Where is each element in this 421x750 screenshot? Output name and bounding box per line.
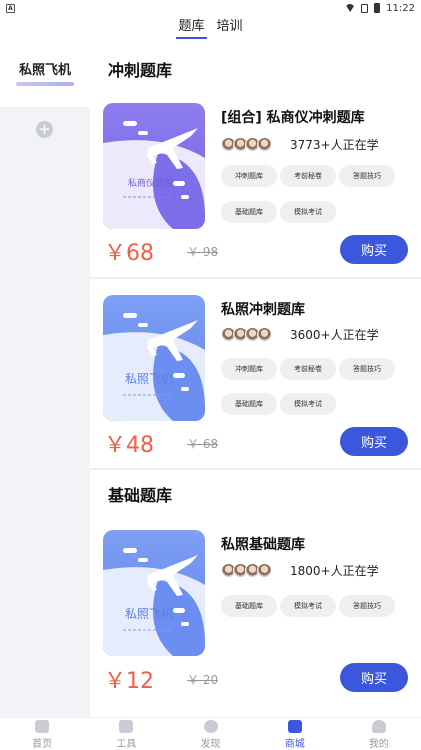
original-price: ￥ 68 (187, 437, 219, 451)
course-cover-image: 私照飞机 (103, 295, 205, 421)
nav-label: 工具 (116, 739, 137, 750)
avatar (257, 563, 272, 578)
tab-question-bank[interactable]: 题库 (176, 15, 207, 39)
tag: 模拟考试 (280, 393, 336, 415)
course-cover-image: 私照飞机 (103, 530, 205, 656)
nav-label: 我的 (368, 739, 389, 750)
cover-text: 私照飞机 (125, 607, 173, 621)
discover-icon (203, 720, 218, 733)
buy-button[interactable]: 购买 (340, 427, 408, 456)
battery-icon (374, 3, 381, 13)
tag: 考前秘卷 (280, 358, 336, 380)
home-icon (35, 720, 50, 733)
original-price: ￥ 20 (187, 673, 219, 687)
learner-count: 1800+人正在学 (290, 564, 379, 578)
product-card[interactable]: 私照飞机 私照基础题库 1800+人正在学 基础题库 模拟考试 答题技巧 ￥12… (90, 522, 421, 697)
nav-discover[interactable]: 发现 (168, 718, 252, 750)
tag: 模拟考试 (280, 595, 336, 617)
learner-count: 3600+人正在学 (290, 328, 379, 342)
profile-icon (371, 720, 386, 733)
price: ￥68 (104, 241, 154, 266)
nav-label: 发现 (200, 739, 221, 750)
section-title-sprint: 冲刺题库 (108, 61, 173, 80)
status-bar: A 11:22 (0, 0, 421, 16)
buy-button[interactable]: 购买 (340, 663, 408, 692)
section-title-basic: 基础题库 (108, 486, 173, 505)
bottom-nav: 首页 工具 发现 商城 我的 (0, 717, 421, 750)
cover-text: 私商仪题库 (128, 177, 173, 189)
wifi-icon (345, 4, 356, 12)
tag: 答题技巧 (339, 165, 395, 187)
learner-avatars (221, 327, 272, 342)
learner-avatars (221, 137, 272, 152)
product-title[interactable]: 私照基础题库 (221, 534, 305, 554)
tag: 答题技巧 (339, 358, 395, 380)
avatar (257, 327, 272, 342)
tag: 基础题库 (221, 201, 277, 223)
card-divider (90, 468, 421, 470)
tab-training[interactable]: 培训 (215, 15, 245, 37)
sidebar-active-indicator (16, 81, 74, 86)
tag: 基础题库 (221, 595, 277, 617)
price: ￥12 (104, 669, 154, 694)
buy-button[interactable]: 购买 (340, 235, 408, 264)
tag: 冲刺题库 (221, 358, 277, 380)
tag: 答题技巧 (339, 595, 395, 617)
app-notification-icon: A (6, 3, 15, 13)
nav-label: 首页 (32, 739, 53, 750)
learner-count: 3773+人正在学 (290, 138, 379, 152)
top-tabs: 题库 培训 (0, 15, 421, 39)
plus-circle-icon[interactable]: + (36, 121, 53, 138)
product-title[interactable]: [组合] 私商仪冲刺题库 (221, 107, 365, 127)
sidebar: 私照飞机 + (0, 37, 90, 717)
sidebar-item-label: 私照飞机 (18, 62, 71, 78)
avatar (257, 137, 272, 152)
tag: 冲刺题库 (221, 165, 277, 187)
tag: 考前秘卷 (280, 165, 336, 187)
nav-home[interactable]: 首页 (0, 718, 84, 750)
nav-tools[interactable]: 工具 (84, 718, 168, 750)
nav-shop[interactable]: 商城 (253, 718, 337, 750)
product-card[interactable]: 私商仪题库 [组合] 私商仪冲刺题库 3773+人正在学 冲刺题库 考前秘卷 答… (90, 95, 421, 270)
nav-profile[interactable]: 我的 (337, 718, 421, 750)
price: ￥48 (104, 433, 154, 458)
shop-icon (287, 720, 302, 733)
sidebar-item-private-pilot[interactable]: 私照飞机 (0, 37, 90, 107)
main-content: 冲刺题库 私商仪题库 [组合] 私商仪冲刺题库 3773+人正在学 冲刺题库 考… (90, 37, 421, 717)
original-price: ￥ 98 (187, 245, 219, 259)
tag: 模拟考试 (280, 201, 336, 223)
toolbox-icon (119, 720, 134, 733)
product-card[interactable]: 私照飞机 私照冲刺题库 3600+人正在学 冲刺题库 考前秘卷 答题技巧 基础题… (90, 287, 421, 462)
product-title[interactable]: 私照冲刺题库 (221, 299, 305, 319)
nav-label: 商城 (284, 739, 305, 750)
tag: 基础题库 (221, 393, 277, 415)
card-divider (90, 277, 421, 279)
course-cover-image: 私商仪题库 (103, 103, 205, 229)
cover-text: 私照飞机 (125, 372, 173, 386)
status-time: 11:22 (386, 2, 415, 14)
learner-avatars (221, 563, 272, 578)
no-sim-icon (361, 3, 369, 13)
